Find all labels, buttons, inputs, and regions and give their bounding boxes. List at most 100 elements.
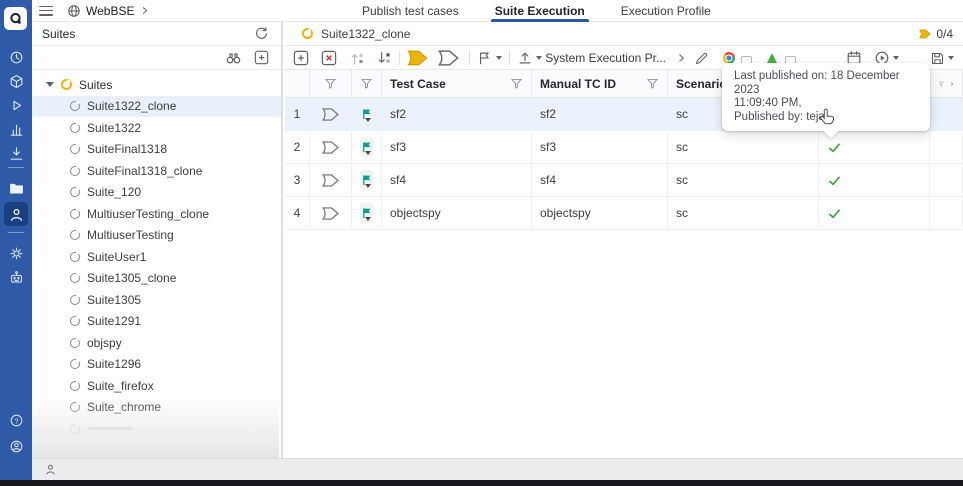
flag-chip[interactable] <box>360 203 373 223</box>
manual-tc-id-cell[interactable]: sf4 <box>532 164 668 196</box>
execution-profile-selector[interactable]: System Execution Pr... <box>540 46 666 70</box>
manual-tc-id-cell[interactable]: objectspy <box>532 197 668 229</box>
profile-expand-chevron[interactable] <box>675 49 687 67</box>
flag-menu-button[interactable] <box>477 49 502 67</box>
column-label: Test Case <box>390 76 446 91</box>
tab-execution-profile[interactable]: Execution Profile <box>621 0 711 22</box>
move-down-button[interactable] <box>376 49 393 67</box>
published-cell[interactable] <box>819 197 930 229</box>
tooltip-line-1: Last published on: 18 December 2023 <box>734 70 900 96</box>
suite-tree-item[interactable]: SuiteFinal1318_clone <box>32 160 281 182</box>
flag-cell[interactable] <box>352 164 382 196</box>
table-row[interactable]: 4 objectspy objectspy sc <box>285 197 963 230</box>
app-logo[interactable] <box>4 7 27 30</box>
edit-profile-button[interactable] <box>694 49 709 67</box>
header-run-filter[interactable] <box>310 70 352 97</box>
flag-cell[interactable] <box>352 98 382 130</box>
run-outline-button[interactable] <box>438 49 459 67</box>
suite-tree-item[interactable]: Suite_chrome <box>32 397 281 419</box>
add-suite-icon[interactable] <box>254 50 269 65</box>
filter-icon[interactable] <box>938 78 945 90</box>
test-case-cell[interactable]: sf3 <box>382 131 532 163</box>
status-bar <box>32 458 963 480</box>
package-icon[interactable] <box>4 69 28 93</box>
suite-tree-item[interactable]: Suite1322_clone <box>32 95 281 117</box>
manual-tc-id-cell[interactable]: sf2 <box>532 98 668 130</box>
flag-chip[interactable] <box>360 104 373 124</box>
refresh-icon[interactable] <box>254 26 269 41</box>
suite-tree-item[interactable]: Suite_120 <box>32 182 281 204</box>
run-status-cell[interactable] <box>310 164 352 196</box>
user-status-icon[interactable] <box>44 463 57 476</box>
history-icon[interactable] <box>4 45 28 69</box>
doc-tab-suite1322-clone[interactable]: Suite1322_clone <box>285 22 410 45</box>
header-manual-tc-id[interactable]: Manual TC ID <box>532 70 668 97</box>
suite-icon <box>70 100 80 112</box>
suite-label: Suite1322_clone <box>87 99 177 114</box>
suite-tree-item[interactable]: Suite1296 <box>32 354 281 376</box>
suite-tree-item[interactable]: MultiuserTesting_clone <box>32 203 281 225</box>
suites-root-node[interactable]: Suites <box>32 74 281 96</box>
header-flag-filter[interactable] <box>352 70 382 97</box>
flag-chip[interactable] <box>360 137 373 157</box>
test-case-cell[interactable]: sf4 <box>382 164 532 196</box>
flag-chip[interactable] <box>360 170 373 190</box>
suite-tree-item[interactable]: Suite1305_clone <box>32 268 281 290</box>
published-cell[interactable] <box>819 164 930 196</box>
settings-gear-icon[interactable] <box>4 241 28 265</box>
save-menu-button[interactable] <box>930 49 954 67</box>
move-up-button[interactable] <box>349 49 366 67</box>
run-icon[interactable] <box>4 93 28 117</box>
remove-test-case-button[interactable] <box>321 49 337 67</box>
tab-suite-execution[interactable]: Suite Execution <box>490 0 589 22</box>
hamburger-menu-icon[interactable] <box>39 5 53 16</box>
document-tab-strip: Suite1322_clone 0/4 <box>285 22 963 46</box>
run-status-cell[interactable] <box>310 131 352 163</box>
help-icon[interactable]: ? <box>4 408 28 432</box>
suite-tree-item[interactable]: Suite1305 <box>32 289 281 311</box>
suite-tree-item[interactable]: SuiteFinal1318 <box>32 139 281 161</box>
test-case-cell[interactable]: sf2 <box>382 98 532 130</box>
flag-cell[interactable] <box>352 197 382 229</box>
flag-cell[interactable] <box>352 131 382 163</box>
caret-down-icon[interactable] <box>46 82 54 88</box>
scenario-cell[interactable]: sc <box>668 131 819 163</box>
import-icon[interactable] <box>4 141 28 165</box>
test-case-cell[interactable]: objectspy <box>382 197 532 229</box>
folder-icon[interactable] <box>4 176 28 200</box>
scenario-cell[interactable]: sc <box>668 164 819 196</box>
run-pending-button[interactable] <box>407 49 428 67</box>
search-binoculars-icon[interactable] <box>225 50 242 65</box>
header-test-case[interactable]: Test Case <box>382 70 532 97</box>
user-icon[interactable] <box>4 202 28 226</box>
header-more[interactable] <box>930 70 963 97</box>
add-test-case-button[interactable] <box>293 49 309 67</box>
run-outline-icon <box>322 206 339 220</box>
tab-label: Suite Execution <box>494 4 585 18</box>
table-row[interactable]: 2 sf3 sf3 sc <box>285 131 963 164</box>
scenario-cell[interactable]: sc <box>668 197 819 229</box>
suite-tree-item[interactable]: Suite_firefox <box>32 375 281 397</box>
filter-icon[interactable] <box>510 77 523 90</box>
published-cell[interactable] <box>819 131 930 163</box>
suite-icon <box>70 401 80 413</box>
check-icon <box>828 142 841 152</box>
suite-tree-item[interactable]: Suite1322 <box>32 117 281 139</box>
tab-publish-test-cases[interactable]: Publish test cases <box>362 0 459 22</box>
run-status-cell[interactable] <box>310 197 352 229</box>
breadcrumb[interactable]: WebBSE <box>67 4 150 18</box>
manual-tc-id-cell[interactable]: sf3 <box>532 131 668 163</box>
suite-tree-item[interactable]: objspy <box>32 332 281 354</box>
filter-icon[interactable] <box>646 77 659 90</box>
suite-tree-item[interactable]: Suite1291 <box>32 311 281 333</box>
export-menu-button[interactable] <box>517 49 542 67</box>
suite-tree-item[interactable]: MultiuserTesting <box>32 225 281 247</box>
bot-icon[interactable] <box>4 265 28 289</box>
run-status-cell[interactable] <box>310 98 352 130</box>
chevron-right-icon[interactable] <box>949 79 954 89</box>
run-outline-icon <box>322 140 339 154</box>
table-row[interactable]: 3 sf4 sf4 sc <box>285 164 963 197</box>
reports-icon[interactable] <box>4 117 28 141</box>
suite-tree-item[interactable]: SuiteUser1 <box>32 246 281 268</box>
account-icon[interactable] <box>4 434 28 458</box>
